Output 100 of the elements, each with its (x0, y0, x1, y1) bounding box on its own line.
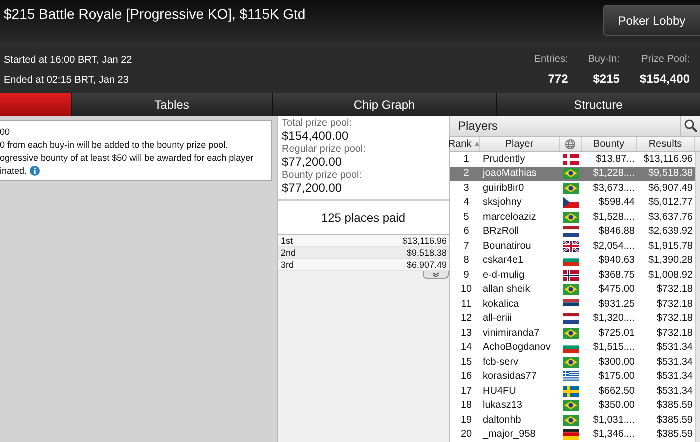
result-cell-text: $3,637.76 (648, 212, 694, 223)
rank-cell-text: 10 (460, 284, 474, 296)
result-cell-text: $1,915.78 (648, 240, 694, 252)
bounty-cell-text: $13,87... (595, 154, 636, 165)
rank-cell-text: 3 (462, 182, 470, 194)
player-name: korasidas77 (482, 371, 538, 382)
result-cell-text: $732.18 (656, 328, 694, 339)
bounty-cell-text: $940.63 (598, 255, 636, 266)
stat-label: Prize Pool: (642, 54, 690, 65)
bounty-cell-text: $475.00 (598, 284, 636, 296)
column-header[interactable]: Bounty (582, 137, 637, 151)
rank-cell-text: 18 (460, 400, 474, 412)
pool-label: Regular prize pool: (282, 144, 367, 155)
rank-cell-text: 19 (460, 414, 474, 426)
globe-icon (565, 138, 576, 150)
flag-icon (563, 429, 579, 440)
player-name: joaoMathias (482, 168, 538, 180)
bounty-cell-text: $300.00 (598, 356, 636, 368)
player-name: daltonhb (482, 414, 522, 426)
result-cell-text: $531.34 (656, 386, 694, 397)
rank-cell-text: 1 (462, 154, 470, 165)
chevron-down-icon (432, 272, 440, 278)
search-button[interactable] (680, 116, 700, 136)
payout-amount: $13,116.96 (402, 236, 447, 246)
payout-place: 2nd (281, 248, 296, 258)
info-text: 0 from each buy-in will be added to the bounty prize pool. (0, 140, 228, 150)
payout-place: 1st (281, 236, 294, 246)
flag-icon (563, 356, 579, 368)
result-cell-text: $531.34 (656, 371, 694, 382)
flag-icon (563, 386, 579, 397)
pool-value: $77,200.00 (282, 155, 344, 169)
result-cell-text: $2,639.92 (648, 226, 694, 238)
poker-lobby-button[interactable]: Poker Lobby (603, 5, 700, 36)
rank-cell-text: 4 (462, 197, 470, 208)
payout-amount: $6,907.49 (406, 260, 447, 270)
bounty-cell-text: $1,515.... (592, 342, 636, 354)
result-cell-text: $385.59 (656, 429, 694, 440)
rank-cell-text: 15 (460, 356, 474, 368)
bounty-cell-text: $1,528.... (592, 212, 636, 223)
info-text: ogressive bounty of at least $50 will be awarded for each player (0, 153, 254, 163)
player-name: sksjohny (482, 197, 523, 208)
flag-icon (563, 328, 579, 339)
flag-icon (563, 226, 579, 238)
pool-label: Bounty prize pool: (282, 170, 364, 181)
tab[interactable]: Tables (72, 93, 272, 116)
tab[interactable]: Structure (497, 93, 700, 116)
column-header[interactable]: Player (480, 137, 560, 151)
column-header[interactable]: Results (637, 137, 695, 151)
player-row[interactable]: 2 joaoMathias $1,228.... $9,518.38 (450, 166, 700, 181)
flag-icon (563, 284, 579, 296)
info-text: 00 (0, 127, 10, 137)
player-name: vinimiranda7 (482, 328, 541, 339)
rank-cell-text: 5 (462, 212, 470, 223)
player-name: _major_958 (482, 429, 537, 440)
player-name: e-d-mulig (482, 270, 526, 281)
expand-button[interactable] (423, 271, 449, 279)
result-cell-text: $531.34 (656, 342, 694, 354)
flag-icon (563, 212, 579, 223)
flag-icon (563, 270, 579, 281)
rank-cell-text: 6 (462, 226, 470, 238)
rank-cell-text: 20 (460, 429, 474, 440)
stat-value: $154,400 (640, 72, 690, 86)
bounty-cell-text: $175.00 (598, 371, 636, 382)
stat-value: $215 (593, 72, 620, 86)
flag-icon (563, 371, 579, 382)
result-cell-text: $385.59 (656, 414, 694, 426)
pool-value: $154,400.00 (282, 129, 350, 143)
player-name: all-eriii (482, 313, 513, 324)
rank-cell-text: 13 (460, 328, 474, 339)
flag-icon (563, 168, 579, 180)
rank-cell-text: 2 (462, 168, 470, 180)
rank-cell-text: 17 (460, 386, 474, 397)
bounty-cell-text: $846.88 (598, 226, 636, 238)
places-paid-text: 125 places paid (278, 201, 449, 235)
info-icon[interactable] (30, 166, 40, 176)
result-cell-text: $1,008.92 (648, 270, 694, 281)
bounty-cell-text: $350.00 (598, 400, 636, 412)
time-text: Ended at 02:15 BRT, Jan 23 (4, 74, 130, 86)
rank-cell-text: 14 (460, 342, 474, 354)
bounty-cell-text: $2,054.... (592, 240, 636, 252)
result-cell-text: $1,390.28 (648, 255, 694, 266)
player-name: allan sheik (482, 284, 532, 296)
player-name: BRzRoll (482, 226, 520, 238)
stat-label: Buy-In: (588, 54, 620, 65)
result-cell-text: $385.59 (656, 400, 694, 412)
bounty-cell-text: $3,673.... (592, 182, 636, 194)
result-cell-text: $13,116.96 (642, 154, 694, 165)
player-name: HU4FU (482, 386, 518, 397)
bounty-cell-text: $1,031.... (592, 414, 636, 426)
stat-value: 772 (548, 72, 568, 86)
window-title: $215 Battle Royale [Progressive KO], $115K Gtd (3, 5, 306, 22)
payout-amount: $9,518.38 (406, 248, 447, 258)
player-name: marceloaziz (482, 212, 538, 223)
flag-icon (563, 400, 579, 412)
bounty-cell-text: $662.50 (598, 386, 636, 397)
bounty-cell-text: $1,228.... (592, 168, 636, 180)
bounty-cell-text: $368.75 (598, 270, 636, 281)
payout-place: 3rd (281, 260, 294, 270)
rank-cell-text: 8 (462, 255, 470, 266)
tab[interactable]: Chip Graph (273, 93, 496, 116)
